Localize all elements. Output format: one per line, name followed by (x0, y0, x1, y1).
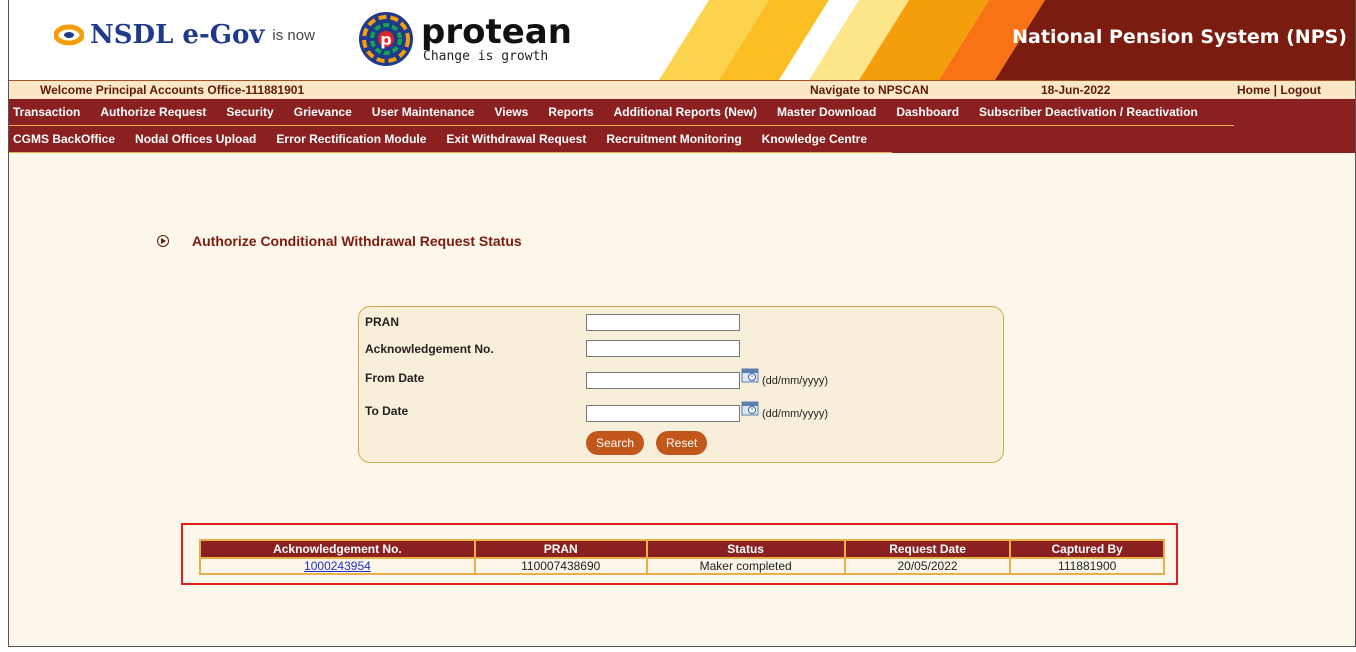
to-date-label: To Date (365, 404, 409, 418)
header-banner: NSDL e-Gov is now p protean Change is gr… (9, 0, 1355, 81)
page-title-text: Authorize Conditional Withdrawal Request… (192, 233, 522, 249)
cell-request-date: 20/05/2022 (843, 557, 1012, 575)
results-table: Acknowledgement No. PRAN Status Request … (199, 539, 1165, 575)
menu-reports[interactable]: Reports (538, 105, 603, 119)
ack-label: Acknowledgement No. (365, 342, 494, 356)
navigate-npscan-link[interactable]: Navigate to NPSCAN (810, 83, 929, 97)
menu-row-1: Transaction Authorize Request Security G… (9, 99, 1355, 125)
col-status: Status (645, 539, 846, 559)
is-now-text: is now (272, 26, 315, 44)
cell-status: Maker completed (645, 557, 846, 575)
menu-authorize-request[interactable]: Authorize Request (90, 105, 216, 119)
menu-transaction[interactable]: Transaction (9, 105, 90, 119)
cell-pran: 110007438690 (473, 557, 648, 575)
menu-exit-withdrawal-request[interactable]: Exit Withdrawal Request (436, 132, 596, 146)
home-logout-link[interactable]: Home | Logout (1237, 83, 1321, 97)
menu-additional-reports[interactable]: Additional Reports (New) (604, 105, 767, 119)
table-header-row: Acknowledgement No. PRAN Status Request … (199, 539, 1165, 559)
col-pran: PRAN (473, 539, 648, 559)
cell-captured-by: 111881900 (1009, 557, 1165, 575)
menu-knowledge-centre[interactable]: Knowledge Centre (752, 132, 877, 146)
menu-user-maintenance[interactable]: User Maintenance (362, 105, 485, 119)
menu-subscriber-deactivation[interactable]: Subscriber Deactivation / Reactivation (969, 105, 1208, 119)
table-row: 1000243954 110007438690 Maker completed … (199, 557, 1165, 575)
from-date-label: From Date (365, 371, 425, 385)
results-highlight-frame: Acknowledgement No. PRAN Status Request … (181, 523, 1178, 585)
menu-recruitment-monitoring[interactable]: Recruitment Monitoring (596, 132, 751, 146)
current-date: 18-Jun-2022 (1041, 83, 1111, 97)
search-button[interactable]: Search (586, 431, 645, 455)
menu-nodal-offices-upload[interactable]: Nodal Offices Upload (125, 132, 266, 146)
menu-master-download[interactable]: Master Download (767, 105, 886, 119)
menu-row-2: CGMS BackOffice Nodal Offices Upload Err… (9, 126, 1355, 152)
welcome-text: Welcome Principal Accounts Office-111881… (40, 83, 305, 97)
page: NSDL e-Gov is now p protean Change is gr… (8, 0, 1356, 647)
from-date-input[interactable] (586, 372, 740, 389)
main-menu: Transaction Authorize Request Security G… (9, 99, 1355, 153)
menu-error-rectification[interactable]: Error Rectification Module (266, 132, 436, 146)
menu-views[interactable]: Views (484, 105, 538, 119)
nsdl-brand-text: NSDL e-Gov (90, 20, 265, 50)
system-title: National Pension System (NPS) (1012, 26, 1347, 48)
to-date-format: (dd/mm/yyyy) (762, 408, 828, 420)
menu-dashboard[interactable]: Dashboard (886, 105, 969, 119)
col-captured-by: Captured By (1009, 539, 1165, 559)
bullet-arrow-icon (157, 235, 169, 247)
search-form: PRAN Acknowledgement No. From Date (dd/m… (358, 306, 1004, 463)
page-title: Authorize Conditional Withdrawal Request… (157, 233, 522, 249)
to-date-input[interactable] (586, 405, 740, 422)
menu-grievance[interactable]: Grievance (284, 105, 362, 119)
calendar-icon[interactable] (741, 367, 759, 383)
ack-no-link[interactable]: 1000243954 (304, 559, 371, 573)
cell-ack-no: 1000243954 (199, 557, 476, 575)
col-request-date: Request Date (843, 539, 1012, 559)
col-ack-no: Acknowledgement No. (199, 539, 476, 559)
protean-globe-icon: p (359, 12, 413, 66)
pran-input[interactable] (586, 314, 740, 331)
nsdl-swirl-icon (54, 24, 84, 46)
welcome-bar: Welcome Principal Accounts Office-111881… (9, 81, 1355, 99)
svg-text:p: p (380, 30, 391, 49)
pran-label: PRAN (365, 315, 400, 329)
from-date-format: (dd/mm/yyyy) (762, 375, 828, 387)
menu-divider-2 (9, 152, 892, 153)
menu-cgms-backoffice[interactable]: CGMS BackOffice (9, 132, 125, 146)
protean-logo: p protean Change is growth (357, 10, 572, 68)
protean-title: protean (421, 11, 572, 52)
calendar-icon[interactable] (741, 400, 759, 416)
reset-button[interactable]: Reset (656, 431, 708, 455)
nsdl-logo: NSDL e-Gov is now (54, 20, 315, 50)
ack-input[interactable] (586, 340, 740, 357)
menu-security[interactable]: Security (216, 105, 283, 119)
